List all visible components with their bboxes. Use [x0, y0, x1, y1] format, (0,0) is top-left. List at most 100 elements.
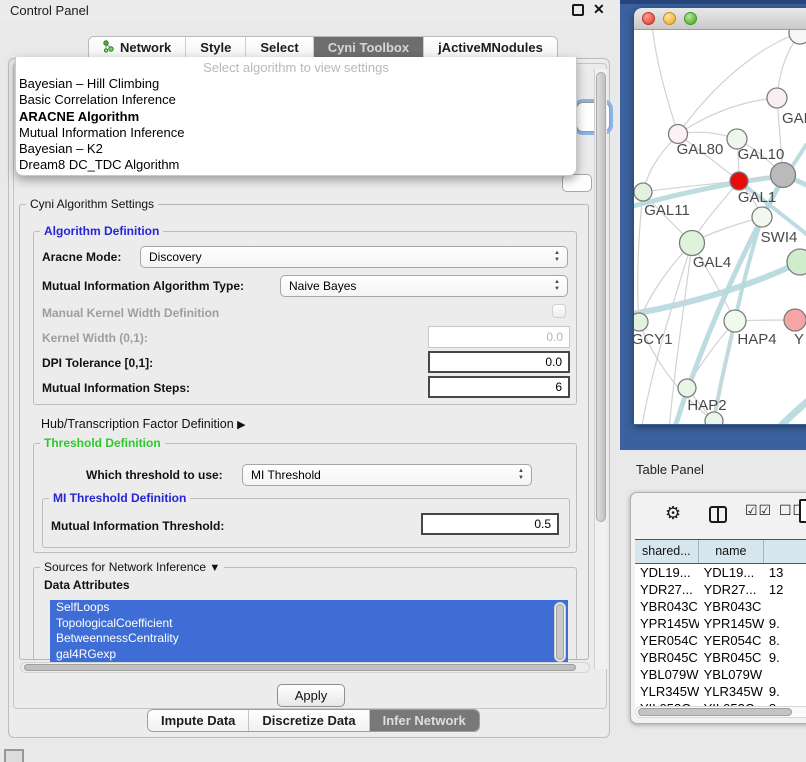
control-panel-titlebar: Control Panel ✕ — [0, 0, 620, 22]
table-row[interactable]: YBR043CYBR043C — [635, 598, 806, 615]
table-cell[interactable]: YBL079W — [699, 666, 764, 683]
close-window-icon[interactable] — [642, 12, 655, 25]
tab-network[interactable]: Network — [89, 37, 186, 58]
table-cell[interactable]: YDL19... — [699, 564, 764, 581]
which-threshold-combo[interactable]: MI Threshold ▲▼ — [242, 464, 532, 486]
table-cell[interactable]: 9. — [764, 615, 806, 632]
table-cell[interactable]: 12 — [764, 581, 806, 598]
algorithm-option[interactable]: Mutual Information Inference — [16, 125, 576, 141]
attribute-list-item[interactable]: BetweennessCentrality — [50, 631, 568, 647]
table-cell[interactable]: YBR045C — [635, 649, 699, 666]
scrollbar-thumb[interactable] — [596, 72, 606, 522]
gear-icon[interactable]: ⚙ — [665, 503, 681, 524]
network-node-gal11[interactable] — [634, 183, 652, 201]
network-node[interactable] — [789, 30, 806, 44]
table-row[interactable]: YBL079WYBL079W — [635, 666, 806, 683]
collapse-down-icon[interactable]: ▼ — [209, 562, 220, 574]
settings-horizontal-scrollbar[interactable] — [20, 662, 590, 673]
scrollbar-thumb[interactable] — [24, 664, 576, 671]
column-header-name[interactable]: name — [699, 540, 764, 563]
list-scrollbar[interactable] — [554, 602, 566, 662]
table-row[interactable]: YER054CYER054C8. — [635, 632, 806, 649]
network-node[interactable] — [771, 163, 796, 188]
table-cell[interactable]: YER054C — [699, 632, 764, 649]
algorithm-option[interactable]: Bayesian – K2 — [16, 141, 576, 157]
network-node-swi4[interactable] — [752, 207, 772, 227]
algorithm-option[interactable]: ARACNE Algorithm — [16, 109, 576, 125]
network-node-gcy1[interactable] — [634, 313, 648, 331]
close-icon[interactable]: ✕ — [593, 1, 605, 18]
attribute-list-item[interactable]: SelfLoops — [50, 600, 568, 616]
table-row[interactable]: YBR045CYBR045C9. — [635, 649, 806, 666]
tab-impute-data[interactable]: Impute Data — [148, 710, 249, 731]
algorithm-option[interactable]: Bayesian – Hill Climbing — [16, 76, 576, 92]
network-node-gal7[interactable] — [767, 88, 787, 108]
algorithm-option[interactable]: Basic Correlation Inference — [16, 92, 576, 108]
table-cell[interactable]: YBR043C — [699, 598, 764, 615]
table-cell[interactable]: YPR145W — [699, 615, 764, 632]
column-header-shared-[interactable]: shared... — [635, 540, 699, 563]
settings-vertical-scrollbar[interactable] — [594, 69, 607, 669]
tab-cyni-toolbox[interactable]: Cyni Toolbox — [314, 37, 424, 58]
table-cell[interactable]: 8. — [764, 632, 806, 649]
algorithm-option[interactable]: Dream8 DC_TDC Algorithm — [16, 157, 576, 173]
columns-icon[interactable] — [709, 506, 727, 523]
table-cell[interactable] — [764, 666, 806, 683]
table-cell[interactable] — [764, 598, 806, 615]
table-row[interactable]: YDR27...YDR27...12 — [635, 581, 806, 598]
scrollbar-thumb[interactable] — [556, 604, 564, 660]
float-panel-icon[interactable] — [572, 4, 584, 16]
network-node-hap2[interactable] — [678, 379, 696, 397]
table-cell[interactable]: 13 — [764, 564, 806, 581]
tab-jactivemnodules[interactable]: jActiveMNodules — [424, 37, 557, 58]
hub-definition-label: Hub/Transcription Factor Definition — [41, 417, 234, 431]
table-cell[interactable]: YPR145W — [635, 615, 699, 632]
table-row[interactable]: YLR345WYLR345W9. — [635, 683, 806, 700]
apply-button[interactable]: Apply — [277, 684, 345, 707]
minimized-panel-icon[interactable] — [4, 749, 24, 762]
table-cell[interactable]: YBR045C — [699, 649, 764, 666]
table-cell[interactable]: YDR27... — [699, 581, 764, 598]
attribute-list-item[interactable]: TopologicalCoefficient — [50, 616, 568, 632]
table-cell[interactable]: YBL079W — [635, 666, 699, 683]
tab-style[interactable]: Style — [186, 37, 246, 58]
aracne-mode-combo[interactable]: Discovery ▲▼ — [140, 246, 568, 268]
table-cell[interactable]: YBR043C — [635, 598, 699, 615]
table-cell[interactable]: 9. — [764, 683, 806, 700]
attribute-list-item[interactable]: gal4RGexp — [50, 647, 568, 663]
mi-algorithm-type-combo[interactable]: Naive Bayes ▲▼ — [280, 275, 568, 297]
scrollbar-thumb[interactable] — [638, 708, 792, 716]
tab-select[interactable]: Select — [246, 37, 313, 58]
hub-definition-toggle[interactable]: Hub/Transcription Factor Definition ▶ — [41, 417, 246, 431]
network-node-y[interactable] — [784, 309, 806, 331]
select-all-checkboxes-icon[interactable]: ☑☑ — [745, 502, 772, 519]
mi-threshold-field[interactable]: 0.5 — [421, 513, 559, 535]
network-canvas[interactable]: GAL7GAL80GAL10GAL1GAL11SWI4GAL4GCY1HAP4Y… — [634, 30, 806, 424]
mi-steps-field[interactable]: 6 — [428, 376, 570, 398]
manual-kernel-checkbox[interactable] — [552, 304, 566, 318]
network-node[interactable] — [787, 249, 806, 275]
table-cell[interactable]: 9. — [764, 649, 806, 666]
expand-right-icon[interactable]: ▶ — [237, 419, 245, 431]
document-icon[interactable] — [799, 499, 806, 523]
kernel-width-field[interactable]: 0.0 — [428, 326, 570, 348]
table-cell[interactable]: YDL19... — [635, 564, 699, 581]
data-attributes-list[interactable]: SelfLoopsTopologicalCoefficientBetweenne… — [50, 600, 568, 664]
column-header-partial[interactable] — [764, 540, 806, 563]
table-cell[interactable]: YLR345W — [635, 683, 699, 700]
table-row[interactable]: YPR145WYPR145W9. — [635, 615, 806, 632]
table-cell[interactable]: YLR345W — [699, 683, 764, 700]
minimize-window-icon[interactable] — [663, 12, 676, 25]
table-horizontal-scrollbar[interactable] — [635, 706, 806, 718]
sources-toggle[interactable]: Sources for Network Inference ▼ — [40, 560, 224, 574]
dpi-tolerance-field[interactable]: 0.0 — [428, 351, 570, 373]
table-cell[interactable]: YER054C — [635, 632, 699, 649]
network-node-hap4[interactable] — [724, 310, 746, 332]
tab-discretize-data[interactable]: Discretize Data — [249, 710, 369, 731]
network-node-gal1[interactable] — [730, 172, 748, 190]
network-node-gal4[interactable] — [680, 231, 705, 256]
table-row[interactable]: YDL19...YDL19...13 — [635, 564, 806, 581]
tab-infer-network[interactable]: Infer Network — [370, 710, 479, 731]
zoom-window-icon[interactable] — [684, 12, 697, 25]
table-cell[interactable]: YDR27... — [635, 581, 699, 598]
